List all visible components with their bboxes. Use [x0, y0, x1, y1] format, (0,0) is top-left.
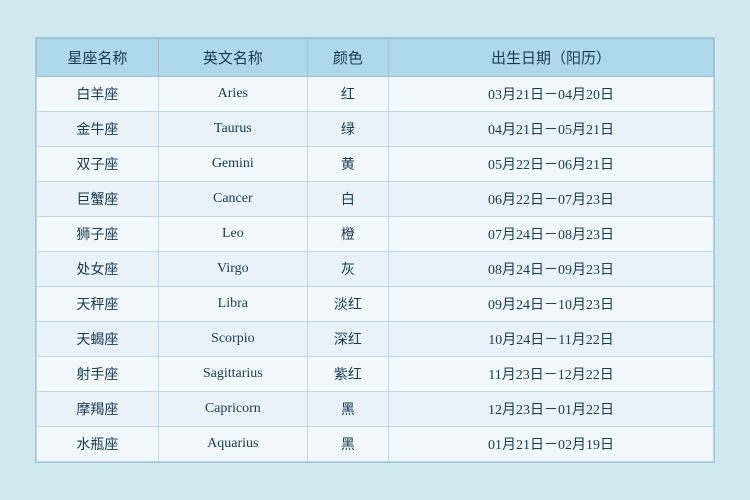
cell-chinese: 白羊座: [37, 77, 159, 112]
cell-date: 09月24日－10月23日: [389, 287, 714, 322]
zodiac-table-container: 星座名称 英文名称 颜色 出生日期（阳历） 白羊座Aries红03月21日－04…: [35, 37, 715, 463]
cell-color: 黑: [307, 392, 388, 427]
table-row: 射手座Sagittarius紫红11月23日－12月22日: [37, 357, 714, 392]
header-english: 英文名称: [158, 39, 307, 77]
table-row: 摩羯座Capricorn黑12月23日－01月22日: [37, 392, 714, 427]
cell-date: 10月24日－11月22日: [389, 322, 714, 357]
cell-english: Taurus: [158, 112, 307, 147]
table-row: 处女座Virgo灰08月24日－09月23日: [37, 252, 714, 287]
cell-chinese: 水瓶座: [37, 427, 159, 462]
cell-color: 紫红: [307, 357, 388, 392]
cell-chinese: 摩羯座: [37, 392, 159, 427]
cell-date: 03月21日－04月20日: [389, 77, 714, 112]
cell-chinese: 双子座: [37, 147, 159, 182]
cell-date: 06月22日－07月23日: [389, 182, 714, 217]
table-row: 天蝎座Scorpio深红10月24日－11月22日: [37, 322, 714, 357]
cell-date: 01月21日－02月19日: [389, 427, 714, 462]
table-row: 天秤座Libra淡红09月24日－10月23日: [37, 287, 714, 322]
table-row: 狮子座Leo橙07月24日－08月23日: [37, 217, 714, 252]
cell-date: 08月24日－09月23日: [389, 252, 714, 287]
table-row: 水瓶座Aquarius黑01月21日－02月19日: [37, 427, 714, 462]
cell-english: Virgo: [158, 252, 307, 287]
cell-date: 05月22日－06月21日: [389, 147, 714, 182]
cell-english: Aries: [158, 77, 307, 112]
cell-date: 11月23日－12月22日: [389, 357, 714, 392]
cell-chinese: 天秤座: [37, 287, 159, 322]
table-row: 金牛座Taurus绿04月21日－05月21日: [37, 112, 714, 147]
cell-color: 淡红: [307, 287, 388, 322]
cell-chinese: 狮子座: [37, 217, 159, 252]
table-row: 双子座Gemini黄05月22日－06月21日: [37, 147, 714, 182]
cell-color: 黑: [307, 427, 388, 462]
cell-english: Cancer: [158, 182, 307, 217]
cell-color: 红: [307, 77, 388, 112]
header-date: 出生日期（阳历）: [389, 39, 714, 77]
cell-color: 黄: [307, 147, 388, 182]
cell-chinese: 巨蟹座: [37, 182, 159, 217]
cell-color: 绿: [307, 112, 388, 147]
table-header-row: 星座名称 英文名称 颜色 出生日期（阳历）: [37, 39, 714, 77]
cell-english: Aquarius: [158, 427, 307, 462]
cell-english: Leo: [158, 217, 307, 252]
table-row: 巨蟹座Cancer白06月22日－07月23日: [37, 182, 714, 217]
table-body: 白羊座Aries红03月21日－04月20日金牛座Taurus绿04月21日－0…: [37, 77, 714, 462]
cell-chinese: 处女座: [37, 252, 159, 287]
cell-chinese: 金牛座: [37, 112, 159, 147]
cell-english: Capricorn: [158, 392, 307, 427]
cell-color: 白: [307, 182, 388, 217]
cell-date: 12月23日－01月22日: [389, 392, 714, 427]
cell-chinese: 射手座: [37, 357, 159, 392]
cell-color: 灰: [307, 252, 388, 287]
cell-english: Gemini: [158, 147, 307, 182]
header-color: 颜色: [307, 39, 388, 77]
cell-chinese: 天蝎座: [37, 322, 159, 357]
cell-color: 深红: [307, 322, 388, 357]
table-row: 白羊座Aries红03月21日－04月20日: [37, 77, 714, 112]
header-chinese: 星座名称: [37, 39, 159, 77]
cell-english: Libra: [158, 287, 307, 322]
cell-color: 橙: [307, 217, 388, 252]
cell-english: Sagittarius: [158, 357, 307, 392]
zodiac-table: 星座名称 英文名称 颜色 出生日期（阳历） 白羊座Aries红03月21日－04…: [36, 38, 714, 462]
cell-date: 04月21日－05月21日: [389, 112, 714, 147]
cell-english: Scorpio: [158, 322, 307, 357]
cell-date: 07月24日－08月23日: [389, 217, 714, 252]
